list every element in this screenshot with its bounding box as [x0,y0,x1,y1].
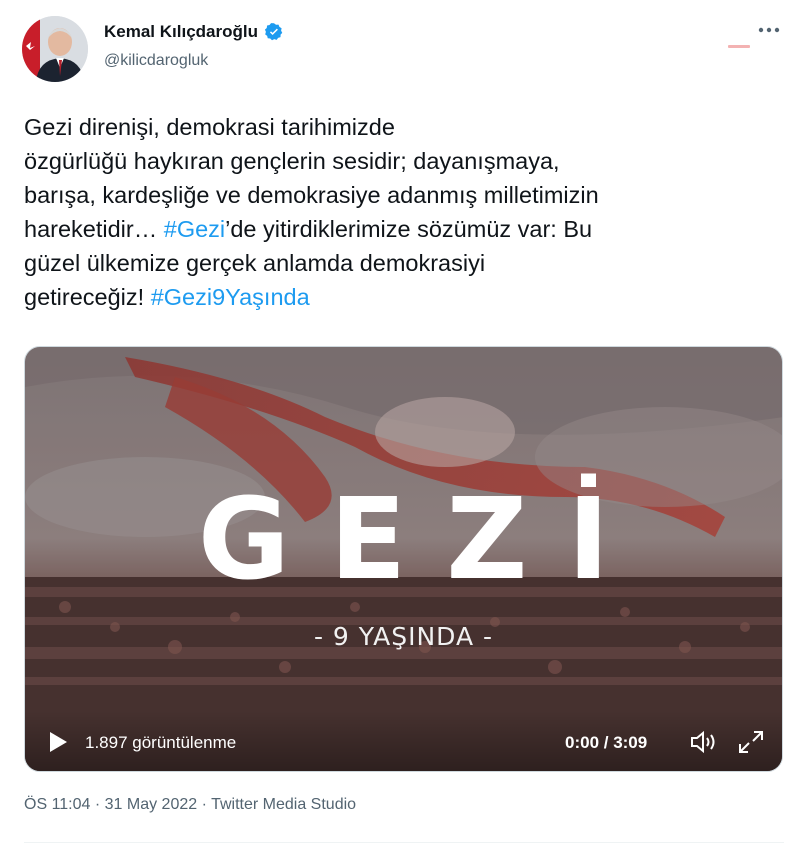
play-icon[interactable] [47,731,69,753]
video-controls: 1.897 görüntülenme 0:00 / 3:09 [25,711,782,771]
text-segment: ’de yitirdiklerimize sözümüz var: Bu [225,216,593,242]
tweet-line-2: özgürlüğü haykıran gençlerin sesidir; da… [24,144,784,178]
text-segment: barışa, kardeşliğe ve demokrasiye adanmı… [24,182,599,208]
tweet-line-1: Gezi direnişi, demokrasi tarihimizde [24,110,784,144]
avatar-image [22,16,88,82]
tweet-time[interactable]: ÖS 11:04 [24,796,90,813]
watermark-logo [728,45,750,48]
tweet-line-3: barışa, kardeşliğe ve demokrasiye adanmı… [24,178,784,212]
tweet-line-6: getireceğiz! #Gezi9Yaşında [24,280,784,314]
tweet-date[interactable]: 31 May 2022 [105,796,198,813]
text-segment: özgürlüğü haykıran gençlerin sesidir; da… [24,148,560,174]
divider [24,842,784,843]
hashtag-link[interactable]: #Gezi [164,216,225,242]
more-icon[interactable] [752,22,786,48]
text-segment: Gezi direnişi, demokrasi tarihimizde [24,114,395,140]
author-handle[interactable]: @kilicdarogluk [104,52,208,70]
video-subtitle-text: - 9 YAŞINDA - [313,622,494,651]
meta-separator: · [90,796,105,813]
verified-badge-icon [264,23,283,41]
text-segment: güzel ülkemize gerçek anlamda demokrasiy… [24,250,486,276]
text-segment: getireceğiz! [24,284,151,310]
volume-icon[interactable] [689,729,719,755]
author-name-row[interactable]: Kemal Kılıçdaroğlu [104,22,284,42]
tweet: Kemal Kılıçdaroğlu @kilicdarogluk Gezi d… [0,0,800,852]
tweet-text: Gezi direnişi, demokrasi tarihimizde özg… [24,110,784,314]
video-time: 0:00 / 3:09 [565,733,648,752]
meta-separator: · [197,796,212,813]
tweet-source[interactable]: Twitter Media Studio [211,796,356,813]
tweet-meta: ÖS 11:04 · 31 May 2022 · Twitter Media S… [24,796,356,814]
expand-icon[interactable] [737,729,765,755]
more-dots [758,27,780,33]
avatar[interactable] [22,16,88,82]
author-name[interactable]: Kemal Kılıçdaroğlu [104,22,258,42]
video-title-text: GEZİ [197,475,650,605]
video-player[interactable]: GEZİ - 9 YAŞINDA - 1.897 görüntülenme 0:… [24,346,783,772]
view-count: 1.897 görüntülenme [85,733,237,752]
hashtag-link[interactable]: #Gezi9Yaşında [151,284,310,310]
tweet-line-4: hareketidir… #Gezi’de yitirdiklerimize s… [24,212,784,246]
tweet-line-5: güzel ülkemize gerçek anlamda demokrasiy… [24,246,784,280]
text-segment: hareketidir… [24,216,164,242]
